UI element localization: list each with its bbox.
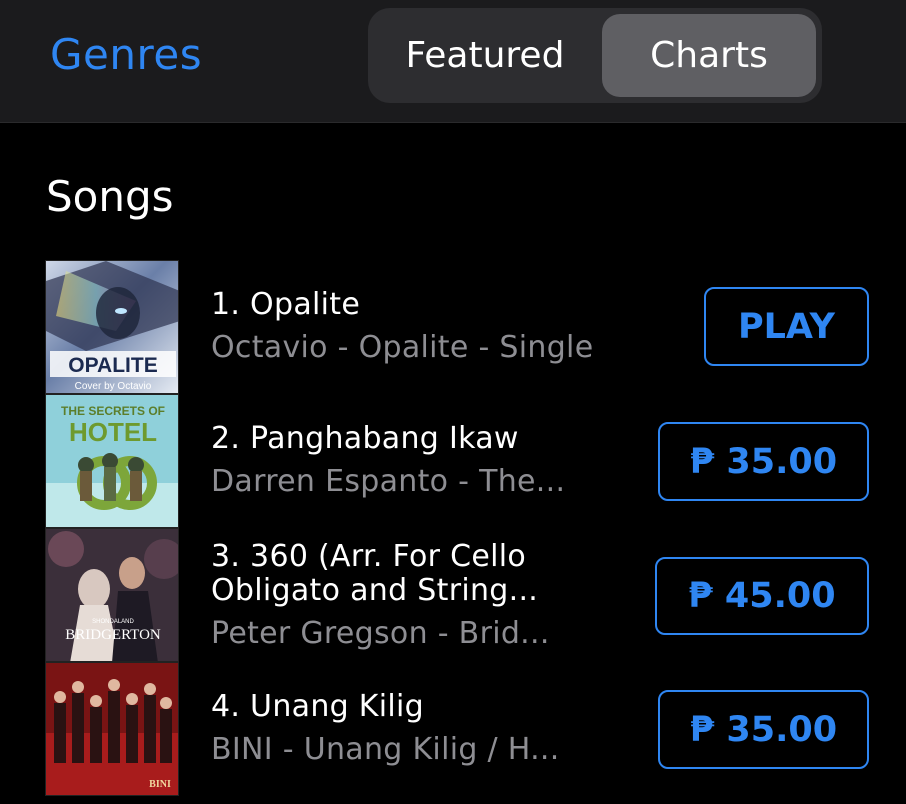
album-art-title: BINI xyxy=(149,779,171,790)
album-art-opalite[interactable]: OPALITE Cover by Octavio xyxy=(45,260,179,394)
song-subtitle: Octavio - Opalite - Single xyxy=(211,330,594,365)
album-art-subtitle: HOTEL xyxy=(69,417,157,447)
play-button[interactable]: PLAY xyxy=(704,287,869,366)
album-art-subtitle: Cover by Octavio xyxy=(75,381,152,392)
tab-charts[interactable]: Charts xyxy=(602,14,816,97)
song-title: 1. Opalite xyxy=(211,287,361,322)
song-row[interactable]: SHONDALAND BRIDGERTON 3. 360 (Arr. For C… xyxy=(0,528,906,662)
song-title-line2: Obligato and String... xyxy=(211,573,539,608)
album-art-title: OPALITE xyxy=(68,354,157,377)
buy-button[interactable]: ₱ 35.00 xyxy=(658,690,869,769)
album-art-unang-kilig[interactable]: BINI xyxy=(45,662,179,796)
song-subtitle: Darren Espanto - The... xyxy=(211,464,566,499)
buy-button[interactable]: ₱ 35.00 xyxy=(658,422,869,501)
genres-button[interactable]: Genres xyxy=(50,30,202,79)
song-title-line1: 3. 360 (Arr. For Cello xyxy=(211,539,527,574)
buy-button[interactable]: ₱ 45.00 xyxy=(655,557,869,635)
album-art-secrets-of-hotel-88[interactable]: THE SECRETS OF HOTEL xyxy=(45,394,179,528)
song-row[interactable]: THE SECRETS OF HOTEL 2. Panghabang Ikaw … xyxy=(0,394,906,528)
song-subtitle: Peter Gregson - Brid... xyxy=(211,616,550,651)
song-title: 2. Panghabang Ikaw xyxy=(211,421,519,456)
album-art-title: BRIDGERTON xyxy=(65,627,161,643)
album-art-subtitle: SHONDALAND xyxy=(92,619,134,625)
song-row[interactable]: OPALITE Cover by Octavio 1. Opalite Octa… xyxy=(0,260,906,394)
top-navigation-bar: Genres Featured Charts xyxy=(0,0,906,123)
album-art-bridgerton[interactable]: SHONDALAND BRIDGERTON xyxy=(45,528,179,662)
song-title: 4. Unang Kilig xyxy=(211,689,425,724)
song-row[interactable]: BINI 4. Unang Kilig BINI - Unang Kilig /… xyxy=(0,662,906,796)
tab-featured[interactable]: Featured xyxy=(374,14,596,97)
song-subtitle: BINI - Unang Kilig / H... xyxy=(211,732,560,767)
section-title: Songs xyxy=(46,172,174,221)
segmented-control: Featured Charts xyxy=(368,8,822,103)
album-art-title: THE SECRETS OF xyxy=(61,404,165,418)
